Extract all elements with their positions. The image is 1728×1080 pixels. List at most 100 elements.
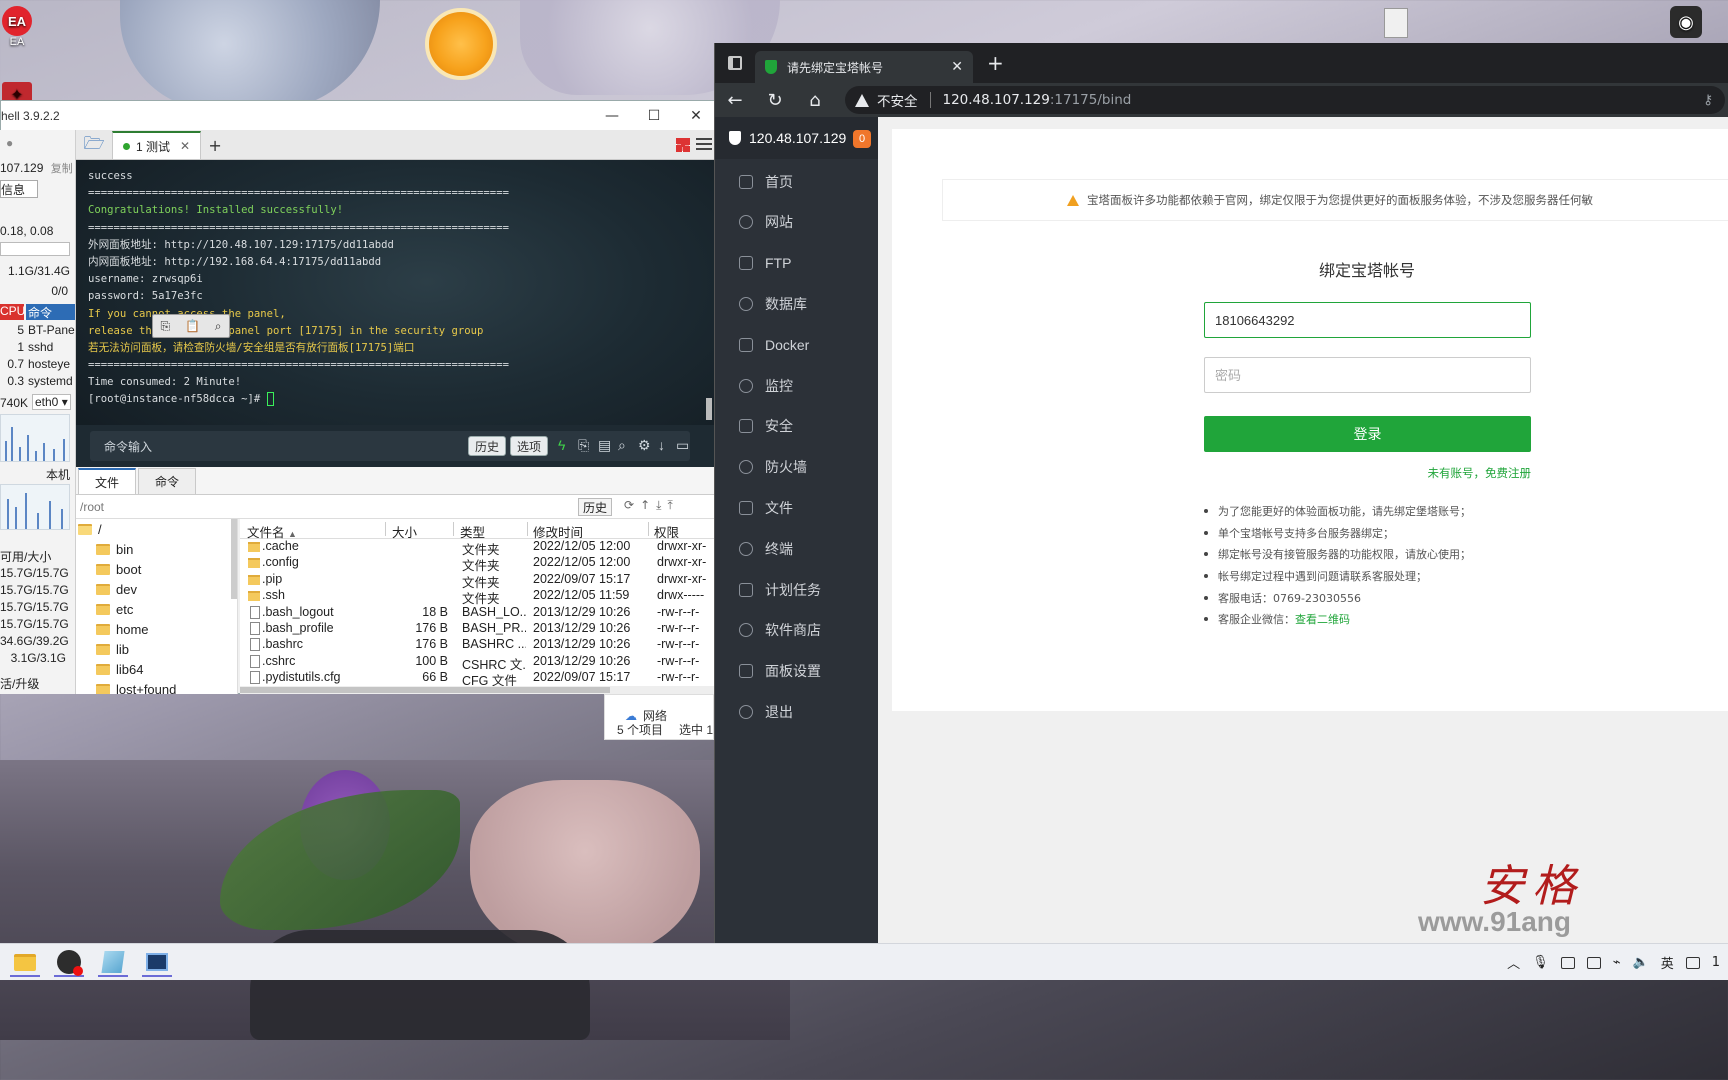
sidebar-item-7[interactable]: 防火墙	[715, 447, 878, 488]
file-row[interactable]: .bash_profile 176 B BASH_PR... 2013/12/29 1…	[240, 621, 714, 637]
sidebar-item-12[interactable]: 面板设置	[715, 651, 878, 692]
download-icon[interactable]: ↓	[658, 437, 665, 453]
browser-tab[interactable]: 请先绑定宝塔帐号 ✕	[755, 51, 973, 83]
tree-node[interactable]: dev	[96, 582, 137, 597]
qr-code-link[interactable]: 查看二维码	[1295, 611, 1350, 627]
sidebar-item-13[interactable]: 退出	[715, 691, 878, 732]
command-input[interactable]: 命令输入 历史 选项 ϟ ⎘ ▤ ⌕ ⚙ ↓ ▭	[90, 431, 690, 461]
tree-node[interactable]: lost+found	[96, 682, 176, 694]
up-icon[interactable]: ↑	[640, 498, 650, 513]
file-row[interactable]: .ssh 文件夹 2022/12/05 11:59 drwx-----	[240, 588, 714, 606]
history-button[interactable]: 历史	[468, 436, 507, 456]
volume-icon[interactable]: 🔈	[1633, 955, 1649, 970]
layout-grid-icon[interactable]	[676, 138, 690, 152]
info-button[interactable]: 信息	[0, 180, 38, 198]
paste-icon[interactable]: 📋	[185, 319, 200, 333]
paste-icon[interactable]: ▤	[598, 437, 611, 454]
taskbar-explorer[interactable]	[10, 949, 40, 977]
open-folder-icon[interactable]: 🗁	[76, 131, 112, 159]
sidebar-item-0[interactable]: 首页	[715, 161, 878, 202]
notification-badge[interactable]: 0	[853, 130, 871, 148]
upload-icon[interactable]: ⤒	[667, 498, 672, 513]
back-icon[interactable]: ←	[715, 90, 755, 111]
tree-node[interactable]: /	[78, 522, 102, 537]
cpu-header[interactable]: CPU	[0, 304, 25, 320]
copy-link[interactable]: 复制	[51, 163, 73, 175]
add-tab-button[interactable]: +	[201, 131, 229, 159]
register-link[interactable]: 未有账号，免费注册	[1204, 465, 1532, 481]
terminal-scrollbar[interactable]	[706, 398, 712, 420]
tab-actions-icon[interactable]	[715, 43, 755, 83]
path-input[interactable]: /root	[80, 500, 104, 514]
file-row[interactable]: .pydistutils.cfg 66 B CFG 文件 2022/09/07 15:…	[240, 670, 714, 688]
desktop-icon-robot[interactable]: ◉	[1670, 6, 1702, 38]
file-row[interactable]: .config 文件夹 2022/12/05 12:00 drwxr-xr-	[240, 555, 714, 573]
sidebar-item-5[interactable]: 监控	[715, 365, 878, 406]
sidebar-item-6[interactable]: 安全	[715, 406, 878, 447]
search-icon[interactable]: ⌕	[618, 437, 626, 454]
menu-icon[interactable]	[696, 138, 712, 152]
options-button[interactable]: 选项	[510, 436, 549, 456]
file-row[interactable]: .bashrc 176 B BASHRC ... 2013/12/29 10:26 -r…	[240, 637, 714, 653]
sidebar-item-4[interactable]: Docker	[715, 324, 878, 365]
iface-select[interactable]: eth0 ▾	[32, 394, 71, 410]
sidebar-item-2[interactable]: FTP	[715, 243, 878, 284]
microphone-icon[interactable]: 🎙	[1532, 955, 1549, 970]
key-icon[interactable]: ⚷	[1703, 92, 1713, 108]
clock[interactable]: 1	[1712, 955, 1720, 970]
tree-node[interactable]: home	[96, 622, 149, 637]
new-tab-button[interactable]: +	[987, 51, 1004, 75]
refresh-icon[interactable]: ⟳	[624, 498, 634, 513]
sidebar-item-8[interactable]: 文件	[715, 487, 878, 528]
upgrade-link[interactable]: 活/升级	[0, 675, 39, 692]
tree-scrollbar[interactable]	[231, 519, 237, 599]
login-button[interactable]: 登录	[1204, 416, 1531, 452]
maximize-button[interactable]: ☐	[633, 101, 675, 131]
url-field[interactable]: 不安全 120.48.107.129 :17175/bind ⚷	[845, 86, 1725, 114]
ime-indicator[interactable]: 英	[1661, 953, 1674, 972]
taskbar-terminal[interactable]	[142, 949, 172, 977]
tab-files[interactable]: 文件	[78, 468, 137, 494]
tray-chevron-icon[interactable]: ︿	[1507, 953, 1520, 972]
tree-node[interactable]: lib64	[96, 662, 143, 677]
gear-icon[interactable]: ⚙	[638, 437, 651, 454]
tree-node[interactable]: bin	[96, 542, 133, 557]
path-history-button[interactable]: 历史	[578, 498, 613, 516]
password-input[interactable]	[1204, 357, 1531, 393]
lightning-icon[interactable]: ϟ	[558, 437, 565, 453]
copy-icon[interactable]: ⎘	[160, 319, 170, 334]
taskbar-xshell[interactable]	[54, 949, 84, 977]
home-icon[interactable]: ⌂	[795, 90, 835, 111]
reload-icon[interactable]: ↻	[755, 90, 795, 111]
minimize-button[interactable]: —	[591, 101, 633, 131]
cmd-header[interactable]: 命令	[26, 304, 75, 320]
sidebar-item-10[interactable]: 计划任务	[715, 569, 878, 610]
tab-close-icon[interactable]: ✕	[180, 139, 190, 153]
tab-commands[interactable]: 命令	[138, 468, 197, 494]
display-icon[interactable]	[1586, 956, 1601, 969]
tab-close-icon[interactable]: ✕	[951, 59, 963, 75]
terminal-output[interactable]: success ================================…	[76, 160, 714, 465]
file-row[interactable]: .bash_logout 18 B BASH_LO... 2013/12/29 10:…	[240, 605, 714, 621]
taskbar-notepad[interactable]	[98, 949, 128, 977]
notification-icon[interactable]	[1685, 956, 1700, 969]
desktop-icon-ea[interactable]: EA EA	[2, 6, 32, 48]
tree-node[interactable]: boot	[96, 562, 141, 577]
copy-icon[interactable]: ⎘	[578, 437, 589, 454]
search-icon[interactable]: ⌕	[215, 319, 222, 334]
sidebar-item-1[interactable]: 网站	[715, 202, 878, 243]
insecure-label[interactable]: 不安全	[877, 90, 918, 110]
window-icon[interactable]: ▭	[676, 437, 689, 454]
sidebar-item-9[interactable]: 终端	[715, 528, 878, 569]
network-icon[interactable]: ⌁	[1613, 955, 1621, 970]
desktop-icon-file[interactable]	[1384, 8, 1408, 38]
close-button[interactable]: ✕	[675, 101, 717, 131]
file-list-hscrollbar[interactable]	[240, 686, 714, 694]
sidebar-item-3[interactable]: 数据库	[715, 283, 878, 324]
tree-node[interactable]: lib	[96, 642, 129, 657]
sidebar-item-11[interactable]: 软件商店	[715, 610, 878, 651]
file-row[interactable]: .pip 文件夹 2022/09/07 15:17 drwxr-xr-	[240, 572, 714, 590]
file-row[interactable]: .cshrc 100 B CSHRC 文... 2013/12/29 10:26 -rw…	[240, 654, 714, 672]
phone-input[interactable]	[1204, 302, 1531, 338]
download-icon[interactable]: ⤓	[656, 498, 661, 513]
